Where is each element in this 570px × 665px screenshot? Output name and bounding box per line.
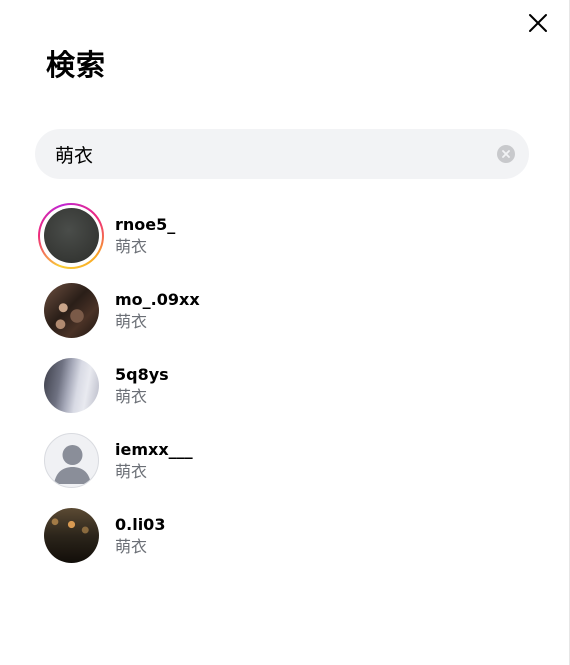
clear-circle-icon[interactable] [497, 145, 515, 163]
result-username: 0.li03 [115, 514, 166, 534]
story-ring [38, 202, 104, 269]
search-result-item[interactable]: 5q8ys 萌衣 [38, 348, 538, 423]
result-fullname: 萌衣 [115, 311, 148, 331]
avatar-wrap [38, 278, 104, 344]
avatar [43, 283, 99, 338]
close-icon[interactable] [527, 12, 549, 34]
avatar-wrap [38, 428, 104, 494]
result-fullname: 萌衣 [115, 461, 148, 481]
search-result-item[interactable]: 0.li03 萌衣 [38, 498, 538, 573]
result-username: mo_.09xx [115, 289, 200, 309]
default-avatar-icon [43, 433, 99, 488]
search-results: rnoe5_ 萌衣 mo_.09xx 萌衣 5q8ys 萌衣 iemxx___ … [38, 198, 538, 573]
avatar [43, 208, 99, 263]
result-username: iemxx___ [115, 439, 193, 459]
result-fullname: 萌衣 [115, 236, 148, 256]
search-panel: 検索 rnoe5_ 萌衣 [0, 0, 570, 665]
result-fullname: 萌衣 [115, 536, 148, 556]
search-result-item[interactable]: mo_.09xx 萌衣 [38, 273, 538, 348]
avatar-wrap [38, 202, 104, 269]
avatar-wrap [38, 503, 104, 569]
search-result-item[interactable]: rnoe5_ 萌衣 [38, 198, 538, 273]
result-username: rnoe5_ [115, 214, 176, 234]
result-username: 5q8ys [115, 364, 169, 384]
avatar [43, 508, 99, 563]
panel-title: 検索 [46, 48, 107, 82]
search-result-item[interactable]: iemxx___ 萌衣 [38, 423, 538, 498]
search-box[interactable] [35, 129, 529, 179]
avatar-wrap [38, 353, 104, 419]
avatar [43, 358, 99, 413]
result-fullname: 萌衣 [115, 386, 148, 406]
search-input[interactable] [55, 143, 497, 165]
